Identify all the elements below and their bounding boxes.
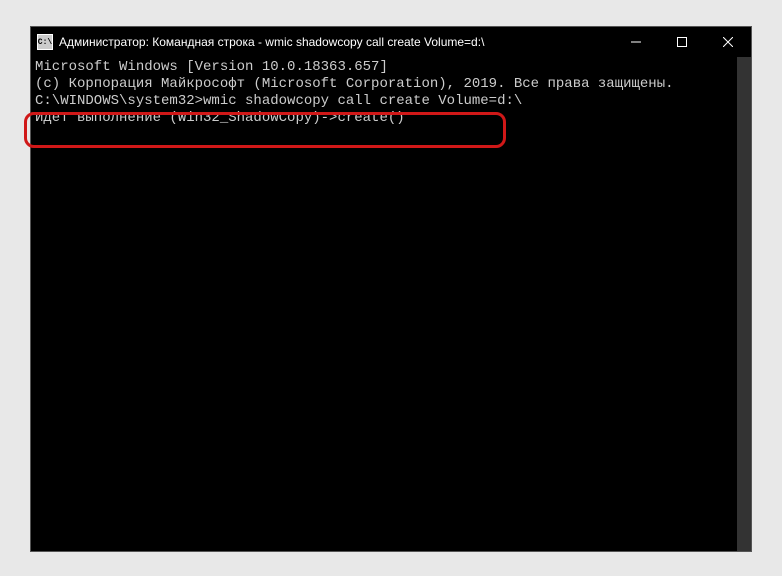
cmd-icon: C:\: [37, 34, 53, 50]
terminal-output[interactable]: Microsoft Windows [Version 10.0.18363.65…: [31, 57, 751, 551]
terminal-line: Идет выполнение (Win32_ShadowCopy)->crea…: [35, 110, 737, 127]
window-controls: [613, 27, 751, 57]
window-titlebar[interactable]: C:\ Администратор: Командная строка - wm…: [31, 27, 751, 57]
cmd-icon-label: C:\: [38, 38, 52, 47]
terminal-line: Microsoft Windows [Version 10.0.18363.65…: [35, 59, 737, 76]
window-title: Администратор: Командная строка - wmic s…: [59, 35, 613, 49]
terminal-line: (c) Корпорация Майкрософт (Microsoft Cor…: [35, 76, 737, 93]
minimize-button[interactable]: [613, 27, 659, 57]
command-prompt-window: C:\ Администратор: Командная строка - wm…: [30, 26, 752, 552]
terminal-line: C:\WINDOWS\system32>wmic shadowcopy call…: [35, 93, 737, 110]
close-button[interactable]: [705, 27, 751, 57]
maximize-button[interactable]: [659, 27, 705, 57]
